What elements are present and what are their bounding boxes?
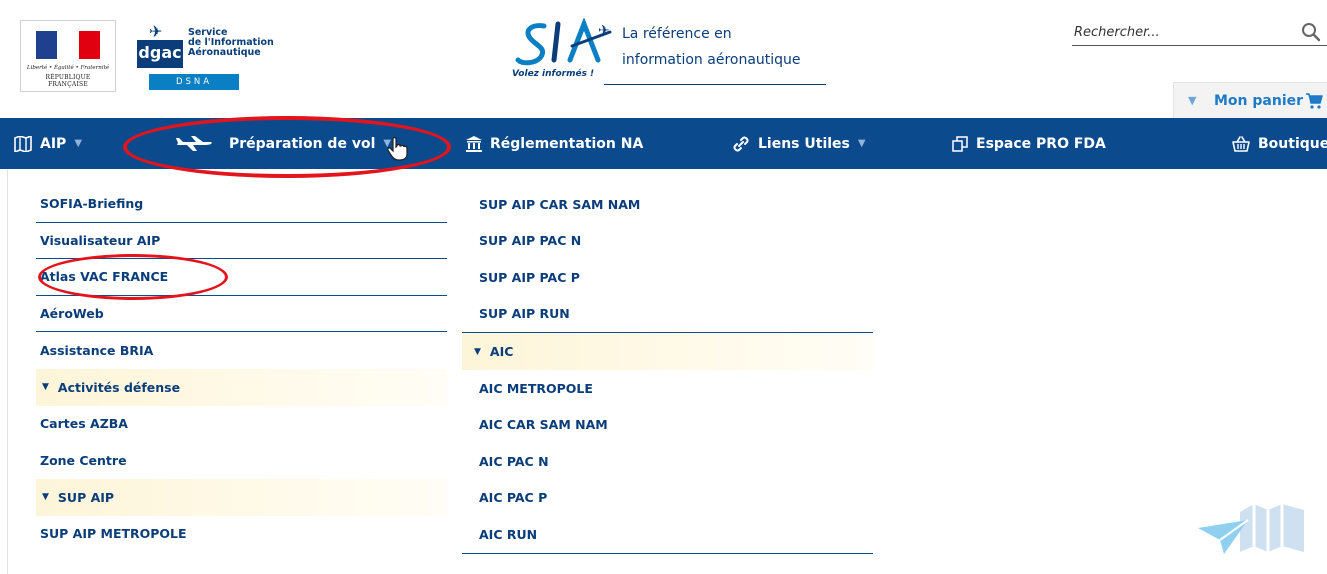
section-activites-defense[interactable]: ▼ Activités défense: [36, 368, 447, 406]
rf-motto: Liberté • Égalité • Fraternité: [26, 65, 110, 71]
dsna-badge: DSNA: [149, 74, 239, 90]
institution-icon: [466, 135, 482, 152]
dgac-service-text: Service de l'Information Aéronautique: [188, 28, 308, 58]
triangle-down-icon: ▼: [42, 492, 49, 502]
nav-item-label: AIP: [40, 135, 67, 152]
nav-item-boutique[interactable]: Boutique: [1232, 118, 1327, 169]
cart-button[interactable]: ▼ Mon panier: [1173, 82, 1327, 118]
sia-slogan-line1: La référence en: [622, 26, 732, 42]
nav-item-reglementation-na[interactable]: Réglementation NA: [466, 118, 643, 169]
nav-item-label: Liens Utiles: [758, 135, 850, 152]
divider: [462, 552, 873, 554]
menu-item-visualisateur-aip[interactable]: Visualisateur AIP: [36, 223, 447, 259]
cart-label: Mon panier: [1214, 93, 1304, 109]
highlight-annotation: [38, 254, 228, 300]
marianne-flag-icon: [36, 31, 100, 59]
nav-item-liens-utiles[interactable]: Liens Utiles ▼: [732, 118, 866, 169]
menu-item-sup-aip-car-sam-nam[interactable]: SUP AIP CAR SAM NAM: [462, 186, 873, 223]
highlight-annotation: [123, 116, 451, 178]
section-label: SUP AIP: [57, 489, 115, 505]
nav-item-label: Réglementation NA: [490, 135, 644, 152]
menu-item-aic-run[interactable]: AIC RUN: [462, 516, 873, 553]
chevron-down-icon: ▼: [74, 138, 83, 149]
menu-item-aic-pac-p[interactable]: AIC PAC P: [462, 480, 873, 517]
nav-item-label: Espace PRO FDA: [976, 135, 1106, 152]
sia-plane-icon: ✈: [598, 23, 610, 39]
menu-item-sup-aip-metropole[interactable]: SUP AIP METROPOLE: [36, 516, 447, 553]
section-label: AIC: [489, 344, 514, 359]
section-label: Activités défense: [57, 379, 181, 395]
search-box: [1072, 20, 1327, 46]
sia-underline: [604, 84, 826, 85]
menu-item-sup-aip-run[interactable]: SUP AIP RUN: [462, 296, 873, 333]
search-input[interactable]: [1072, 20, 1272, 44]
menu-item-sup-aip-pac-p[interactable]: SUP AIP PAC P: [462, 259, 873, 296]
search-icon[interactable]: [1301, 22, 1321, 42]
site-header: Liberté • Égalité • Fraternité RÉPUBLIQU…: [0, 0, 1327, 118]
map-book-icon: [14, 135, 32, 152]
section-sup-aip[interactable]: ▼ SUP AIP: [36, 478, 447, 516]
dropdown-column-2: SUP AIP CAR SAM NAM SUP AIP PAC N SUP AI…: [462, 186, 873, 554]
menu-item-aic-pac-n[interactable]: AIC PAC N: [462, 443, 873, 480]
menu-item-zone-centre[interactable]: Zone Centre: [36, 442, 447, 479]
chevron-down-icon: ▼: [1188, 94, 1197, 107]
triangle-down-icon: ▼: [42, 382, 49, 392]
dgac-wordmark: dgac: [137, 40, 183, 68]
menu-item-assistance-bria[interactable]: Assistance BRIA: [36, 332, 447, 369]
sia-tagline: Volez informés !: [512, 69, 595, 79]
chevron-down-icon: ▼: [857, 138, 866, 149]
link-icon: [733, 136, 749, 151]
dgac-logo[interactable]: ✈ dgac Service de l'Information Aéronaut…: [133, 20, 274, 92]
section-aic[interactable]: ▼ AIC: [462, 333, 873, 370]
menu-item-sup-aip-pac-n[interactable]: SUP AIP PAC N: [462, 223, 873, 260]
nav-item-espace-pro-fda[interactable]: Espace PRO FDA: [952, 118, 1106, 169]
dgac-plane-icon: ✈: [149, 22, 163, 41]
menu-item-aeroweb[interactable]: AéroWeb: [36, 296, 447, 332]
shopping-cart-icon: [1306, 93, 1323, 109]
menu-item-cartes-azba[interactable]: Cartes AZBA: [36, 406, 447, 443]
documents-icon: [952, 135, 968, 152]
menu-item-aic-metropole[interactable]: AIC METROPOLE: [462, 370, 873, 407]
nav-item-aip[interactable]: AIP ▼: [14, 118, 82, 169]
menu-item-aic-car-sam-nam[interactable]: AIC CAR SAM NAM: [462, 407, 873, 444]
republique-francaise-logo[interactable]: Liberté • Égalité • Fraternité RÉPUBLIQU…: [20, 20, 116, 92]
triangle-down-icon: ▼: [474, 346, 481, 357]
dgac-service-line: Aéronautique: [188, 47, 261, 58]
rf-name: RÉPUBLIQUE FRANÇAISE: [45, 74, 91, 88]
sia-logo[interactable]: Volez informés ! ✈ La référence en infor…: [512, 16, 832, 90]
dropdown-column-1: SOFIA-Briefing Visualisateur AIP Atlas V…: [36, 186, 447, 552]
sia-slogan-line2: information aéronautique: [622, 52, 801, 68]
shop-icon: [1232, 135, 1250, 152]
nav-item-label: Boutique: [1258, 135, 1327, 152]
menu-item-sofia-briefing[interactable]: SOFIA-Briefing: [36, 186, 447, 223]
map-paperplane-icon[interactable]: [1194, 498, 1308, 554]
